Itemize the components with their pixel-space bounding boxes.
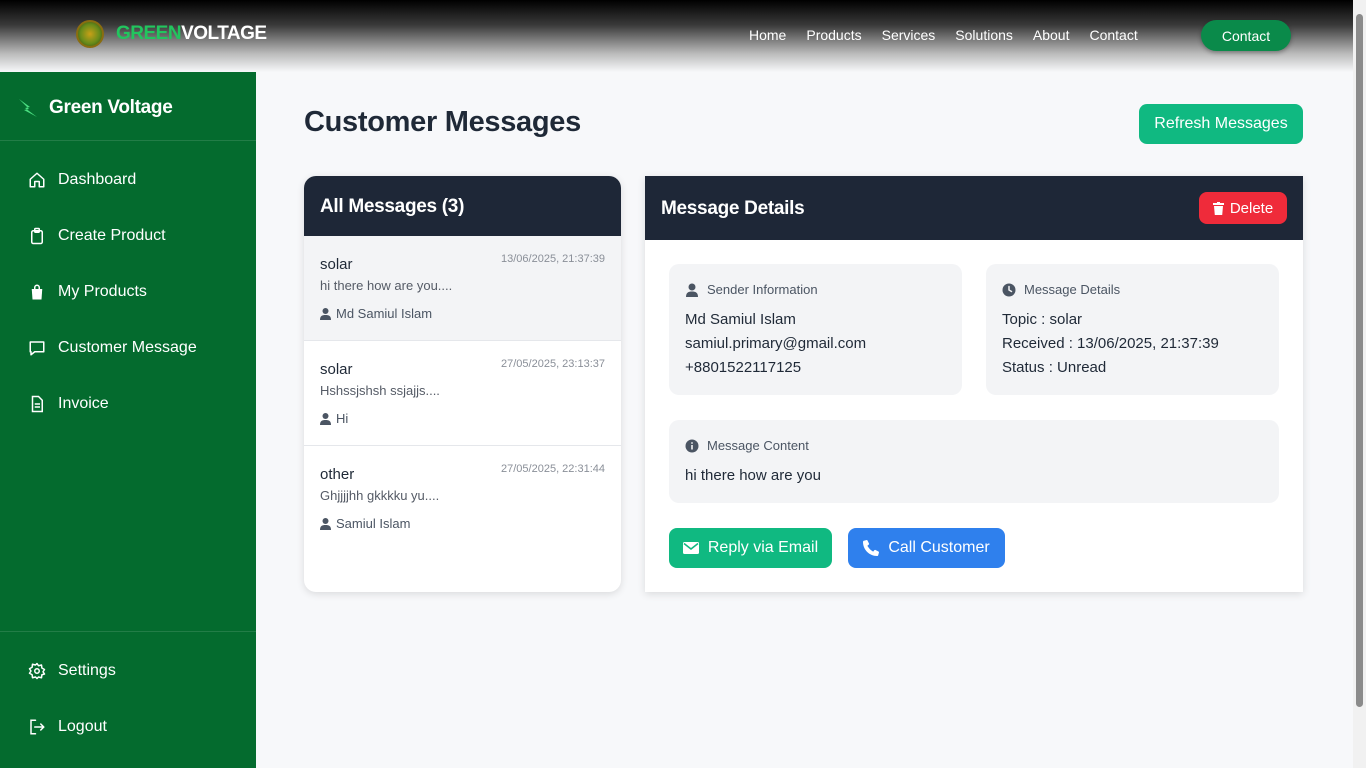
sidebar: Green Voltage Dashboard Create Product M…	[0, 0, 256, 768]
messages-list-header: All Messages (3)	[304, 176, 621, 236]
message-list-item[interactable]: other 27/05/2025, 22:31:44 Ghjjjjhh gkkk…	[304, 446, 621, 551]
sidebar-item-invoice[interactable]: Invoice	[28, 395, 109, 413]
message-sender: Hi	[320, 411, 348, 426]
message-topic-line: Topic : solar	[1002, 311, 1083, 328]
message-sender-name: Samiul Islam	[336, 516, 411, 531]
page-scrollbar[interactable]	[1353, 0, 1366, 768]
nav-link-services[interactable]: Services	[882, 27, 936, 43]
sender-name: Md Samiul Islam	[685, 311, 796, 328]
document-icon	[31, 395, 43, 413]
sidebar-divider	[0, 140, 256, 141]
top-navbar: GREENVOLTAGE Home Products Services Solu…	[0, 0, 1353, 72]
phone-icon	[863, 540, 880, 556]
nav-links: Home Products Services Solutions About C…	[749, 27, 1138, 43]
reply-via-email-button[interactable]: Reply via Email	[669, 528, 832, 568]
sidebar-item-label: Customer Message	[58, 339, 197, 356]
message-content-title: Message Content	[685, 438, 809, 453]
envelope-icon	[682, 542, 699, 554]
message-content-text: hi there how are you	[685, 467, 821, 484]
brand-green-text: GREEN	[116, 23, 182, 44]
sidebar-item-label: Create Product	[58, 227, 166, 244]
message-preview: hi there how are you....	[320, 278, 453, 293]
sender-phone: +8801522117125	[685, 359, 802, 376]
message-topic: other	[320, 466, 355, 483]
sidebar-item-create-product[interactable]: Create Product	[28, 227, 166, 245]
delete-button[interactable]: Delete	[1199, 192, 1287, 224]
nav-contact-button[interactable]: Contact	[1201, 20, 1291, 51]
sender-info-card: Sender Information Md Samiul Islam samiu…	[669, 264, 962, 395]
message-sender-name: Hi	[336, 411, 349, 426]
message-meta-card: Message Details Topic : solar Received :…	[986, 264, 1279, 395]
call-button-label: Call Customer	[888, 539, 990, 556]
sidebar-brand[interactable]: Green Voltage	[16, 96, 173, 120]
reply-button-label: Reply via Email	[707, 539, 819, 556]
sidebar-item-label: Logout	[58, 718, 107, 735]
message-preview: Ghjjjjhh gkkkku yu....	[320, 488, 440, 503]
lightning-icon	[19, 99, 37, 117]
message-detail-title: Message Details	[661, 198, 805, 219]
sidebar-item-logout[interactable]: Logout	[28, 718, 107, 736]
message-topic: solar	[320, 361, 353, 378]
brand-logo-icon	[76, 20, 104, 48]
chat-icon	[29, 341, 45, 356]
clock-icon	[1002, 283, 1016, 296]
message-preview: Hshssjshsh ssjajjs....	[320, 383, 440, 398]
message-content-card: Message Content hi there how are you	[669, 420, 1279, 503]
message-sender: Samiul Islam	[320, 516, 410, 531]
sender-info-title-label: Sender Information	[707, 282, 818, 297]
sidebar-item-my-products[interactable]: My Products	[28, 283, 147, 301]
delete-button-label: Delete	[1229, 199, 1274, 217]
nav-link-contact[interactable]: Contact	[1089, 27, 1137, 43]
message-sender-name: Md Samiul Islam	[336, 306, 433, 321]
user-icon	[320, 412, 331, 425]
sidebar-item-label: Settings	[58, 662, 116, 679]
message-date: 27/05/2025, 22:31:44	[501, 463, 605, 475]
user-icon	[320, 307, 331, 320]
nav-link-products[interactable]: Products	[806, 27, 861, 43]
sidebar-item-label: My Products	[58, 283, 147, 300]
message-list-item[interactable]: solar 13/06/2025, 21:37:39 hi there how …	[304, 236, 621, 341]
sender-email: samiul.primary@gmail.com	[685, 335, 867, 352]
sidebar-item-label: Dashboard	[58, 171, 137, 188]
nav-link-solutions[interactable]: Solutions	[955, 27, 1013, 43]
brand-voltage-text: VOLTAGE	[181, 23, 267, 44]
clipboard-icon	[31, 227, 43, 245]
user-icon	[686, 283, 698, 297]
sidebar-divider	[0, 631, 256, 632]
sidebar-item-customer-message[interactable]: Customer Message	[28, 339, 197, 357]
sidebar-item-label: Invoice	[58, 395, 109, 412]
message-received-line: Received : 13/06/2025, 21:37:39	[1002, 335, 1219, 352]
logout-icon	[30, 719, 45, 735]
brand-wordmark: GREENVOLTAGE	[116, 23, 267, 45]
scrollbar-thumb[interactable]	[1356, 14, 1363, 707]
sidebar-item-settings[interactable]: Settings	[28, 662, 116, 680]
shopping-bag-icon	[31, 284, 43, 300]
message-content-title-label: Message Content	[707, 438, 809, 453]
nav-link-home[interactable]: Home	[749, 27, 786, 43]
message-date: 13/06/2025, 21:37:39	[501, 253, 605, 265]
nav-link-about[interactable]: About	[1033, 27, 1070, 43]
messages-list-panel: All Messages (3) solar 13/06/2025, 21:37…	[304, 176, 621, 592]
sidebar-brand-label: Green Voltage	[49, 97, 173, 118]
message-date: 27/05/2025, 23:13:37	[501, 358, 605, 370]
message-detail-header: Message Details Delete	[645, 176, 1303, 240]
message-meta-title: Message Details	[1002, 282, 1120, 297]
info-icon	[685, 439, 699, 452]
message-status-line: Status : Unread	[1002, 359, 1107, 376]
sidebar-item-dashboard[interactable]: Dashboard	[28, 171, 136, 189]
page-title: Customer Messages	[304, 106, 581, 138]
user-icon	[320, 517, 331, 530]
gear-icon	[28, 662, 46, 680]
home-icon	[29, 172, 45, 188]
refresh-messages-button[interactable]: Refresh Messages	[1139, 104, 1303, 144]
message-topic: solar	[320, 256, 353, 273]
call-customer-button[interactable]: Call Customer	[848, 528, 1005, 568]
sender-info-title: Sender Information	[685, 282, 818, 297]
message-sender: Md Samiul Islam	[320, 306, 432, 321]
message-list-item[interactable]: solar 27/05/2025, 23:13:37 Hshssjshsh ss…	[304, 341, 621, 446]
trash-icon	[1212, 201, 1224, 215]
site-brand[interactable]: GREENVOLTAGE	[76, 20, 267, 48]
message-meta-title-label: Message Details	[1024, 282, 1121, 297]
